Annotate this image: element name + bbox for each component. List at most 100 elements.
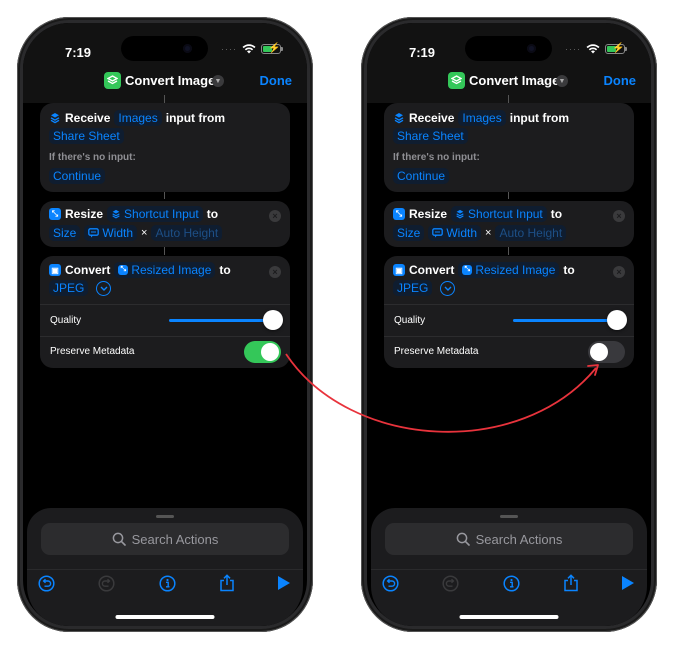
wifi-icon	[242, 44, 256, 54]
quality-slider[interactable]	[169, 319, 273, 322]
convert-input-token[interactable]: ⤡ Resized Image	[114, 262, 216, 278]
no-input-label: If there's no input:	[49, 152, 136, 163]
redo-button[interactable]	[97, 574, 115, 592]
title-menu-chevron-icon[interactable]: ▼	[556, 75, 568, 87]
resize-action-card[interactable]: ⤡ Resize Shortcut Input to Size Width × …	[40, 201, 290, 247]
receive-verb: Receive	[65, 111, 111, 125]
resize-icon: ⤡	[462, 265, 473, 275]
width-token[interactable]: Width	[428, 225, 482, 241]
format-token[interactable]: JPEG	[393, 280, 433, 296]
remove-action-icon[interactable]: ×	[613, 266, 625, 278]
done-button[interactable]: Done	[260, 73, 293, 88]
width-token[interactable]: Width	[84, 225, 138, 241]
redo-button[interactable]	[441, 574, 459, 592]
undo-button[interactable]	[37, 574, 55, 592]
resize-input-label: Shortcut Input	[468, 207, 543, 221]
format-token[interactable]: JPEG	[49, 280, 89, 296]
layers-icon	[451, 75, 462, 85]
no-input-behavior-token[interactable]: Continue	[49, 168, 106, 184]
divider	[27, 569, 303, 570]
ask-prompt-icon	[88, 228, 100, 238]
convert-action-card[interactable]: ▣ Convert ⤡ Resized Image to JPEG × Qual…	[40, 256, 290, 368]
play-icon	[278, 576, 290, 590]
play-icon	[622, 576, 634, 590]
no-input-row: Continue	[49, 168, 106, 184]
sheet-grabber[interactable]	[156, 515, 174, 518]
status-time: 7:19	[65, 45, 92, 60]
remove-action-icon[interactable]: ×	[613, 210, 625, 222]
phone-screen: 7:19 ···· ⚡ Convert Image ▼ Done Receive…	[23, 23, 307, 626]
convert-to-text: to	[563, 263, 575, 277]
preserve-metadata-label: Preserve Metadata	[50, 346, 135, 357]
convert-verb: Convert	[65, 263, 111, 277]
actions-sheet: Search Actions	[27, 508, 303, 626]
status-icons: ···· ⚡	[221, 43, 283, 54]
search-actions-field[interactable]: Search Actions	[41, 523, 289, 555]
info-button[interactable]	[502, 574, 520, 592]
shortcut-app-icon[interactable]	[448, 72, 465, 89]
divider	[384, 336, 634, 337]
convert-row: ▣ Convert ⤡ Resized Image to	[393, 262, 575, 278]
input-source-token[interactable]: Share Sheet	[393, 128, 468, 144]
divider	[384, 304, 634, 305]
done-button[interactable]: Done	[604, 73, 637, 88]
sheet-grabber[interactable]	[500, 515, 518, 518]
run-button[interactable]	[619, 574, 637, 592]
share-button[interactable]	[218, 574, 236, 592]
no-input-row: Continue	[393, 168, 450, 184]
actions-sheet: Search Actions	[371, 508, 647, 626]
shortcut-app-icon[interactable]	[104, 72, 121, 89]
format-row: JPEG	[49, 280, 112, 296]
resize-input-token[interactable]: Shortcut Input	[107, 206, 203, 222]
phone-before: 7:19 ···· ⚡ Convert Image ▼ Done Receive…	[17, 17, 313, 632]
resize-mode-token[interactable]: Size	[393, 225, 425, 241]
quality-slider-thumb[interactable]	[263, 310, 283, 330]
receive-action-card[interactable]: Receive Images input from Share Sheet If…	[384, 103, 634, 192]
convert-action-card[interactable]: ▣ Convert ⤡ Resized Image to JPEG × Qual…	[384, 256, 634, 368]
expand-chevron-icon[interactable]	[96, 280, 112, 296]
receive-row: Receive Images input from	[393, 110, 569, 126]
input-source-token[interactable]: Share Sheet	[49, 128, 124, 144]
resize-mode-token[interactable]: Size	[49, 225, 81, 241]
resize-input-token[interactable]: Shortcut Input	[451, 206, 547, 222]
remove-action-icon[interactable]: ×	[269, 266, 281, 278]
share-icon	[564, 574, 578, 592]
resize-action-card[interactable]: ⤡ Resize Shortcut Input to Size Width × …	[384, 201, 634, 247]
remove-action-icon[interactable]: ×	[269, 210, 281, 222]
title-menu-chevron-icon[interactable]: ▼	[212, 75, 224, 87]
search-actions-field[interactable]: Search Actions	[385, 523, 633, 555]
quality-slider-thumb[interactable]	[607, 310, 627, 330]
status-time: 7:19	[409, 45, 436, 60]
signal-icon: ····	[221, 43, 237, 54]
shortcut-input-icon	[456, 209, 464, 219]
height-token[interactable]: Auto Height	[151, 225, 223, 241]
share-button[interactable]	[562, 574, 580, 592]
shortcut-title[interactable]: Convert Image	[125, 73, 215, 88]
home-indicator	[459, 615, 559, 619]
dynamic-island	[121, 36, 208, 61]
quality-slider[interactable]	[513, 319, 617, 322]
action-connector	[508, 95, 509, 103]
resize-icon: ⤡	[49, 208, 61, 220]
battery-icon: ⚡	[261, 43, 283, 54]
undo-icon	[381, 574, 399, 592]
convert-to-text: to	[219, 263, 231, 277]
wifi-icon	[586, 44, 600, 54]
height-token[interactable]: Auto Height	[495, 225, 567, 241]
expand-chevron-icon[interactable]	[440, 280, 456, 296]
run-button[interactable]	[275, 574, 293, 592]
toggle-knob	[590, 343, 608, 361]
undo-button[interactable]	[381, 574, 399, 592]
preserve-metadata-toggle[interactable]	[244, 341, 281, 363]
input-type-token[interactable]: Images	[458, 110, 506, 126]
preserve-metadata-toggle[interactable]	[588, 341, 625, 363]
input-type-token[interactable]: Images	[114, 110, 162, 126]
receive-action-card[interactable]: Receive Images input from Share Sheet If…	[40, 103, 290, 192]
undo-icon	[37, 574, 55, 592]
shortcut-title[interactable]: Convert Image	[469, 73, 559, 88]
convert-input-token[interactable]: ⤡ Resized Image	[458, 262, 560, 278]
format-row: JPEG	[393, 280, 456, 296]
info-button[interactable]	[158, 574, 176, 592]
times-symbol: ×	[141, 227, 148, 239]
no-input-behavior-token[interactable]: Continue	[393, 168, 450, 184]
